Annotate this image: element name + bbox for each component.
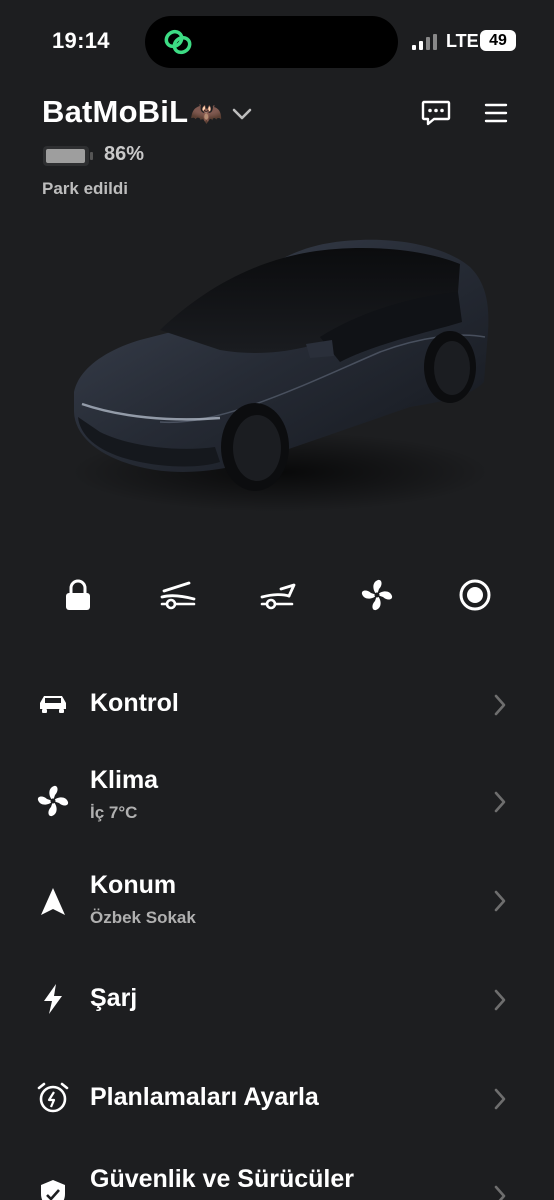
frunk-button[interactable] [158,575,198,615]
menu-row-guvenlik[interactable]: Güvenlik ve Sürücüler [0,1152,554,1200]
message-icon[interactable] [420,99,452,127]
chevron-right-icon [494,1088,506,1110]
menu-title: Klima [90,766,159,794]
signal-strength-icon [412,34,438,50]
menu-row-konum[interactable]: Konum Özbek Sokak [0,855,554,945]
dynamic-island [145,16,398,68]
menu-title: Kontrol [90,689,179,717]
chevron-right-icon [494,791,506,813]
battery-percent: 86% [104,143,145,165]
lock-button[interactable] [58,575,98,615]
menu-row-sarj[interactable]: Şarj [0,954,554,1044]
trunk-icon [260,583,296,610]
menu-row-klima[interactable]: Klima İç 7°C [0,756,554,846]
menu-title: Konum [90,871,177,899]
status-time: 19:14 [52,28,110,53]
climate-button[interactable] [357,575,397,615]
link-chain-icon [164,29,192,55]
frunk-icon [160,581,196,610]
chevron-right-icon [494,694,506,716]
car-icon [40,696,66,713]
menu-subtitle: İç 7°C [90,803,138,822]
menu-title: Güvenlik ve Sürücüler [90,1165,354,1193]
shield-icon [41,1180,65,1200]
menu-subtitle: Özbek Sokak [90,908,196,927]
bat-emoji: 🦇 [190,98,223,128]
menu-title: Planlamaları Ayarla [90,1083,319,1111]
lightning-icon [44,984,62,1014]
network-type: LTE [446,31,479,51]
status-battery: 49 [480,30,516,51]
battery-level-icon [43,146,93,166]
alarm-clock-icon [37,1082,69,1113]
car-name[interactable]: BatMoBiL🦇 [42,94,223,130]
trunk-button[interactable] [258,575,298,615]
location-arrow-icon [41,888,65,915]
menu-row-kontrol[interactable]: Kontrol [0,659,554,749]
record-icon [459,579,491,611]
fan-icon [37,785,69,817]
fan-icon [361,579,393,611]
chevron-down-icon[interactable] [230,104,254,124]
sentry-button[interactable] [455,575,495,615]
car-name-text: BatMoBiL [42,94,189,129]
chevron-right-icon [494,1185,506,1200]
vehicle-state: Park edildi [42,179,128,198]
lock-icon [66,579,90,610]
hamburger-menu-icon[interactable] [484,102,508,124]
chevron-right-icon [494,989,506,1011]
chevron-right-icon [494,890,506,912]
car-image [70,239,490,512]
menu-row-planlamalar[interactable]: Planlamaları Ayarla [0,1053,554,1143]
menu-title: Şarj [90,984,138,1012]
